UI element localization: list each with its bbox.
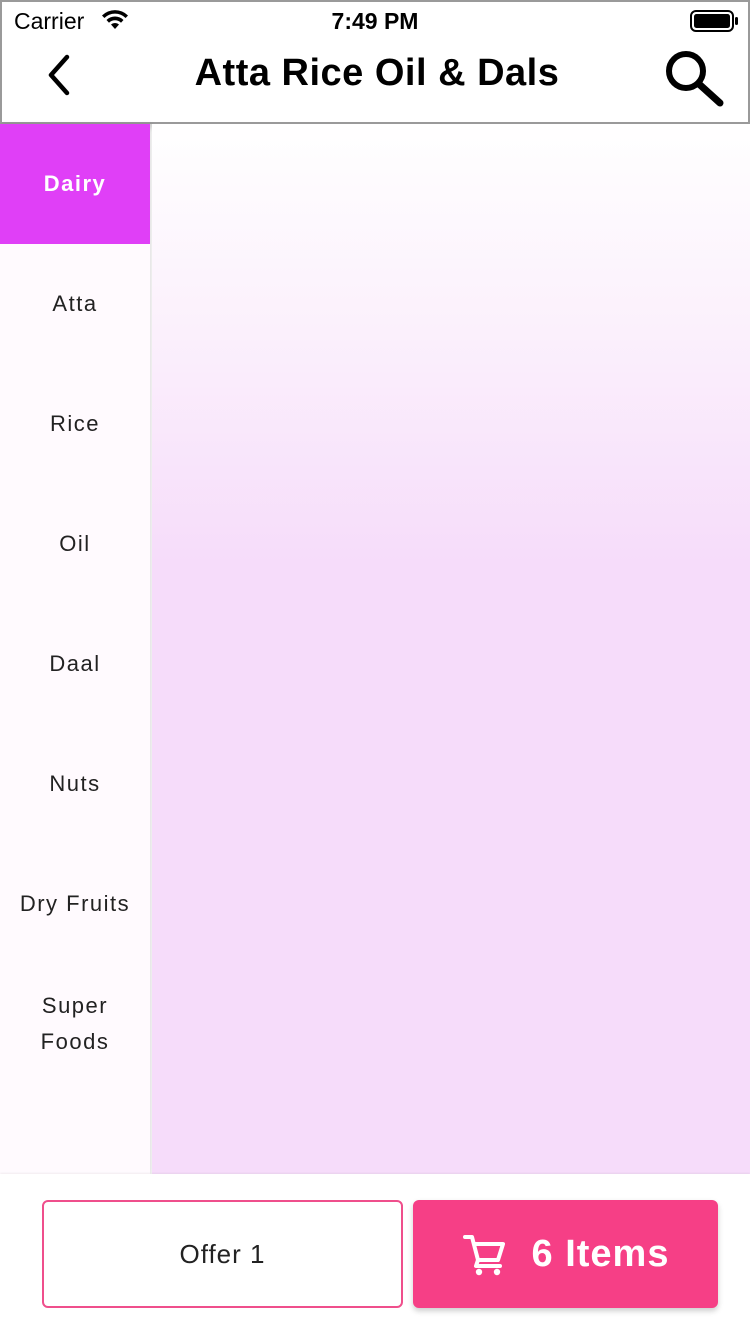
- back-button[interactable]: [32, 47, 88, 103]
- sidebar-item-label: Nuts: [49, 771, 101, 796]
- bottom-bar: Offer 1 6 Items: [0, 1174, 750, 1334]
- sidebar-item-oil[interactable]: Oil: [0, 484, 150, 604]
- product-list-area[interactable]: [152, 124, 750, 1174]
- sidebar-item-label: Dry Fruits: [19, 891, 131, 916]
- cart-icon: [462, 1231, 508, 1277]
- sidebar-item-label: Rice: [49, 411, 100, 436]
- sidebar-item-label: Oil: [59, 531, 91, 556]
- sidebar-item-dairy[interactable]: Dairy: [0, 124, 150, 244]
- category-sidebar: Dairy Atta Rice Oil Daal Nuts Dry Fruits…: [0, 124, 150, 1174]
- nav-bar: Atta Rice Oil & Dals: [0, 0, 750, 124]
- sidebar-item-nuts[interactable]: Nuts: [0, 724, 150, 844]
- sidebar-item-label: Atta: [52, 291, 98, 316]
- sidebar-item-daal[interactable]: Daal: [0, 604, 150, 724]
- cart-items-label: 6 Items: [531, 1232, 670, 1275]
- sidebar-item-rice[interactable]: Rice: [0, 364, 150, 484]
- sidebar-item-atta[interactable]: Atta: [0, 244, 150, 364]
- search-button[interactable]: [654, 42, 734, 112]
- offer-button[interactable]: Offer 1: [42, 1200, 403, 1308]
- search-icon: [666, 51, 724, 107]
- page-title: Atta Rice Oil & Dals: [194, 52, 560, 94]
- offer-label: Offer 1: [179, 1238, 266, 1269]
- sidebar-item-label: Daal: [49, 651, 101, 676]
- sidebar-item-super-foods[interactable]: Super Foods: [0, 964, 150, 1084]
- sidebar-item-label: Dairy: [43, 171, 107, 196]
- chevron-left-icon: [48, 54, 70, 96]
- sidebar-item-dry-fruits[interactable]: Dry Fruits: [0, 844, 150, 964]
- sidebar-item-label: Super Foods: [40, 993, 110, 1054]
- cart-button[interactable]: 6 Items: [413, 1200, 718, 1308]
